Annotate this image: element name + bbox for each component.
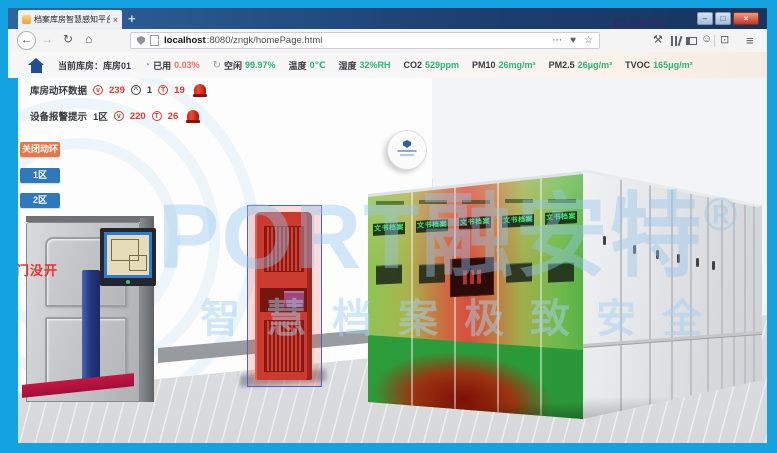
offline-icon: T — [158, 85, 168, 95]
monitor-power-led — [126, 280, 130, 284]
zone-label: 1区 — [93, 109, 108, 123]
account-icon[interactable]: ☺ — [701, 33, 712, 45]
metric-value: 26μg/m³ — [578, 60, 613, 70]
close-env-button[interactable]: 关闭动环 — [20, 142, 60, 157]
floorplan-shape — [129, 255, 147, 271]
url-domain: localhost — [164, 35, 206, 46]
metric-temperature: 温度 0℃ — [289, 59, 326, 72]
metric-pm25: PM2.5 26μg/m³ — [549, 60, 613, 70]
menu-icon[interactable]: ≡ — [746, 33, 754, 48]
clock-brand-line — [388, 154, 426, 156]
metric-label: 已用 — [153, 59, 171, 72]
alarm-lamp-icon[interactable] — [186, 110, 200, 123]
metric-label: PM2.5 — [549, 60, 575, 70]
room-env-data-row: 库房动环数据 v 239 ^ 1 T 19 — [30, 82, 207, 98]
window-close-button[interactable]: × — [733, 12, 759, 25]
metric-value: 0.03% — [174, 60, 200, 70]
registered-mark: ® — [704, 188, 740, 240]
lower-limit-icon: v — [114, 111, 124, 121]
tools-icon[interactable]: ⚒ — [653, 33, 663, 46]
metric-value: 0℃ — [310, 60, 326, 71]
metric-used: ◔ 已用 0.03% — [144, 59, 200, 72]
screenshot-icon[interactable]: ⊡ — [720, 33, 729, 46]
metric-value: 32%RH — [359, 60, 390, 70]
screenshot-watermark-fragment: PRO — [612, 14, 666, 29]
metric-value: 26mg/m³ — [499, 60, 536, 70]
forward-icon[interactable]: → — [41, 32, 53, 46]
metric-value: 529ppm — [425, 60, 459, 70]
metric-tvoc: TVOC 165μg/m³ — [625, 60, 693, 70]
door-status-label: 门没开 — [16, 260, 58, 279]
window-maximize-button[interactable]: □ — [715, 12, 731, 25]
blue-pillar — [82, 270, 100, 385]
browser-titlebar: 档案库房智慧感知平台（基础… × + PRO – □ × — [8, 8, 767, 29]
offline-count: 19 — [174, 85, 185, 96]
upper-limit-icon: ^ — [131, 85, 141, 95]
sidebar-icon[interactable] — [686, 37, 697, 45]
device-alarm-count: 220 — [130, 111, 146, 122]
free-loop-icon: ↻ — [213, 60, 221, 71]
metric-humidity: 湿度 32%RH — [338, 59, 390, 72]
status-bar: 当前库房：库房01 ◔ 已用 0.03% ↻ 空闲 99.97% 温度 0℃ 湿… — [8, 52, 767, 78]
clock-brand-line — [388, 150, 426, 152]
url-bar[interactable]: localhost :8080/zngk/homePage.html ⋯ ♥ ☆ — [130, 32, 600, 49]
browser-tab[interactable]: 档案库房智慧感知平台（基础… × — [18, 10, 122, 29]
device-alarm-label: 设备报警提示 — [30, 109, 87, 123]
lower-limit-count: 239 — [109, 85, 125, 96]
bookmark-star-icon[interactable]: ☆ — [584, 35, 593, 46]
metric-label: 湿度 — [338, 59, 356, 72]
brand-watermark-line2: 智慧档案极致安全 — [200, 286, 728, 344]
tab-title: 档案库房智慧感知平台（基础… — [34, 14, 110, 25]
device-offline-count: 26 — [168, 111, 179, 122]
window-minimize-button[interactable]: – — [697, 12, 713, 25]
metric-free: ↻ 空闲 99.97% — [213, 59, 276, 72]
metric-value: 99.97% — [245, 60, 276, 70]
metric-label: PM10 — [472, 60, 496, 70]
page-left-accent-strip — [8, 78, 18, 443]
browser-window: 档案库房智慧感知平台（基础… × + PRO – □ × ← → ↻ ⌂ loc… — [8, 8, 767, 443]
home-icon[interactable]: ⌂ — [85, 32, 92, 46]
home-room-icon — [28, 58, 45, 73]
alarm-summary-rows: 库房动环数据 v 239 ^ 1 T 19 设备报警提示 1区 v 220 T … — [30, 82, 207, 134]
offline-icon: T — [152, 111, 162, 121]
metric-co2: CO2 529ppm — [404, 60, 460, 70]
room-env-data-label: 库房动环数据 — [30, 83, 87, 97]
metric-label: TVOC — [625, 60, 650, 70]
metric-pm10: PM10 26mg/m³ — [472, 60, 536, 70]
new-tab-button[interactable]: + — [128, 11, 136, 26]
alarm-lamp-icon[interactable] — [193, 84, 207, 97]
page-actions-icon[interactable]: ⋯ — [552, 35, 562, 46]
back-icon[interactable]: ← — [17, 31, 36, 50]
upper-limit-count: 1 — [147, 85, 152, 96]
device-alarm-row: 设备报警提示 1区 v 220 T 26 — [30, 108, 207, 124]
url-path: :8080/zngk/homePage.html — [207, 35, 323, 46]
favicon-icon — [22, 15, 31, 24]
tracking-shield-icon[interactable] — [137, 36, 145, 45]
page-info-icon[interactable] — [150, 35, 159, 46]
pocket-icon[interactable]: ♥ — [570, 35, 576, 46]
metric-label: 温度 — [289, 59, 307, 72]
library-icon[interactable] — [671, 36, 681, 46]
monitor-screen — [104, 232, 152, 278]
metric-label: CO2 — [404, 60, 423, 70]
zone1-button[interactable]: 1区 — [20, 168, 60, 183]
tab-close-icon[interactable]: × — [113, 15, 118, 25]
lower-limit-icon: v — [93, 85, 103, 95]
brand-watermark-line1: PORT融安特® — [158, 162, 739, 295]
reload-icon[interactable]: ↻ — [63, 32, 73, 46]
metric-value: 165μg/m³ — [653, 60, 693, 70]
screenshot-frame: 档案库房智慧感知平台（基础… × + PRO – □ × ← → ↻ ⌂ loc… — [0, 0, 777, 453]
metric-label: 空闲 — [224, 59, 242, 72]
zone2-button[interactable]: 2区 — [20, 193, 60, 208]
used-pie-icon: ◔ — [144, 60, 150, 71]
clock-logo-icon — [403, 140, 411, 148]
current-room-label: 当前库房：库房01 — [58, 59, 131, 72]
wall-monitor[interactable] — [100, 228, 156, 286]
browser-navbar: ← → ↻ ⌂ localhost :8080/zngk/homePage.ht… — [8, 29, 767, 53]
toolbar-separator — [714, 35, 715, 47]
